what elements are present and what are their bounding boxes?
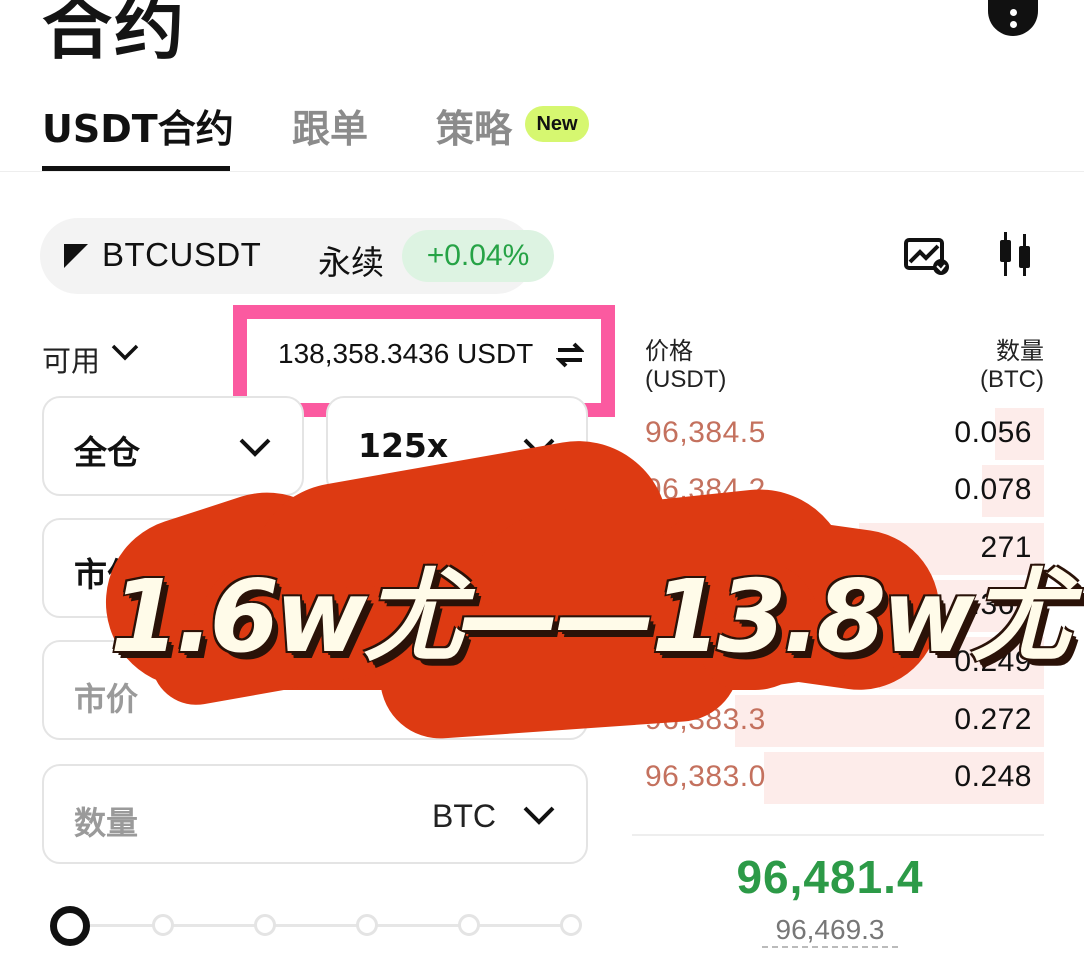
pair-symbol: BTCUSDT: [102, 236, 262, 273]
page-title: 合约: [42, 0, 186, 69]
more-dot-icon: [1009, 9, 1017, 16]
slider-stop-25[interactable]: [152, 914, 174, 936]
pair-selector[interactable]: BTCUSDT 永续 +0.04%: [40, 218, 554, 294]
available-balance: 138,358.3436 USDT: [278, 338, 534, 369]
swap-icon[interactable]: [556, 340, 584, 370]
tab-usdt-contract[interactable]: USDT合约: [42, 98, 234, 153]
chevron-down-icon[interactable]: [110, 340, 140, 364]
tab-copy-trading[interactable]: 跟单: [292, 98, 368, 153]
last-price[interactable]: 96,481.4: [632, 850, 1028, 904]
leverage-value: 125x: [358, 426, 449, 465]
ask-quantity: 0.078: [954, 473, 1032, 506]
available-label[interactable]: 可用: [42, 338, 100, 380]
pair-type: 永续: [318, 243, 384, 282]
pair-corner-icon: [64, 244, 88, 268]
overlay-headline: 1.6w尤——13.8w尤: [110, 558, 1071, 675]
orderbook-ask-row[interactable]: 96,383.0 0.248: [632, 752, 1044, 804]
qty-header-unit: (BTC): [980, 366, 1044, 393]
price-change-badge: +0.04%: [402, 230, 554, 282]
more-dot-icon: [1009, 21, 1017, 28]
orderbook-divider: [632, 834, 1044, 836]
chevron-down-icon[interactable]: [522, 802, 556, 828]
quantity-input[interactable]: 数量 BTC: [42, 764, 588, 864]
active-tab-indicator: [42, 166, 230, 171]
orderbook-qty-header: 数量 (BTC): [960, 338, 1044, 394]
quantity-placeholder: 数量: [74, 804, 139, 842]
tab-strategy[interactable]: 策略: [436, 98, 512, 153]
ask-price: 96,384.5: [645, 416, 766, 449]
slider-stop-75[interactable]: [356, 914, 378, 936]
ask-quantity: 0.056: [954, 416, 1032, 449]
ask-quantity: 0.272: [954, 703, 1032, 736]
ask-quantity: 0.248: [954, 760, 1032, 793]
qty-header-label: 数量: [996, 338, 1044, 365]
mark-price[interactable]: 96,469.3: [632, 914, 1028, 946]
price-header-unit: (USDT): [645, 366, 727, 393]
margin-mode-select[interactable]: 全仓: [42, 396, 304, 496]
slider-stop-50[interactable]: [254, 914, 276, 936]
quantity-slider-track[interactable]: [70, 924, 572, 927]
quantity-unit[interactable]: BTC: [432, 798, 496, 835]
slider-stop-max[interactable]: [560, 914, 582, 936]
chevron-down-icon: [239, 438, 271, 457]
chart-icon[interactable]: [904, 238, 950, 276]
price-placeholder: 市价: [74, 680, 139, 718]
quantity-slider-knob[interactable]: [50, 906, 90, 946]
orderbook-ask-row[interactable]: 96,384.5 0.056: [632, 408, 1044, 460]
margin-mode-value: 全仓: [74, 433, 140, 472]
slider-stop-100[interactable]: [458, 914, 480, 936]
candlestick-icon[interactable]: [998, 232, 1034, 276]
ask-price: 96,383.0: [645, 760, 766, 793]
orderbook-price-header: 价格 (USDT): [645, 338, 726, 394]
new-badge: New: [525, 106, 589, 142]
price-header-label: 价格: [645, 338, 693, 365]
contract-tabs: USDT合约 跟单 策略 New: [0, 90, 1084, 172]
mark-price-underline: [762, 946, 898, 948]
more-options-button[interactable]: [988, 0, 1038, 36]
